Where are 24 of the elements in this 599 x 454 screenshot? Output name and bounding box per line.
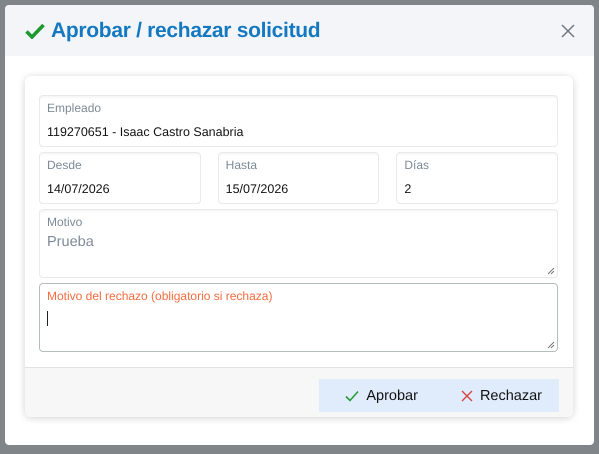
field-value: 2 (404, 182, 412, 196)
resize-handle-icon[interactable] (547, 341, 555, 349)
resize-handle-icon[interactable] (547, 267, 555, 275)
text-cursor (47, 311, 48, 326)
field-label: Hasta (226, 158, 258, 172)
field-label: Motivo del rechazo (obligatorio si rechaza) (47, 289, 272, 303)
field-label: Desde (47, 158, 82, 172)
input-field[interactable]: Empleado 119270651 - Isaac Castro Sanabria (39, 95, 558, 147)
field-value: 14/07/2026 (47, 182, 110, 196)
field-value: 15/07/2026 (226, 182, 288, 196)
input-field[interactable]: Días 2 (396, 152, 558, 204)
field-label: Empleado (47, 101, 102, 115)
check-icon (345, 390, 360, 402)
dialog-title: Aprobar / rechazar solicitud (51, 18, 322, 42)
textarea-field[interactable]: Motivo Prueba (39, 209, 558, 278)
placeholder-text: Prueba (47, 234, 94, 250)
input-field[interactable]: Hasta 15/07/2026 (218, 152, 380, 204)
check-icon (25, 22, 45, 38)
input-field[interactable]: Desde 14/07/2026 (39, 152, 201, 204)
close-button[interactable] (560, 22, 576, 38)
close-icon (460, 390, 473, 402)
field-label: Días (404, 158, 430, 172)
field-value: 119270651 - Isaac Castro Sanabria (47, 125, 244, 139)
field-label: Motivo (47, 215, 82, 229)
